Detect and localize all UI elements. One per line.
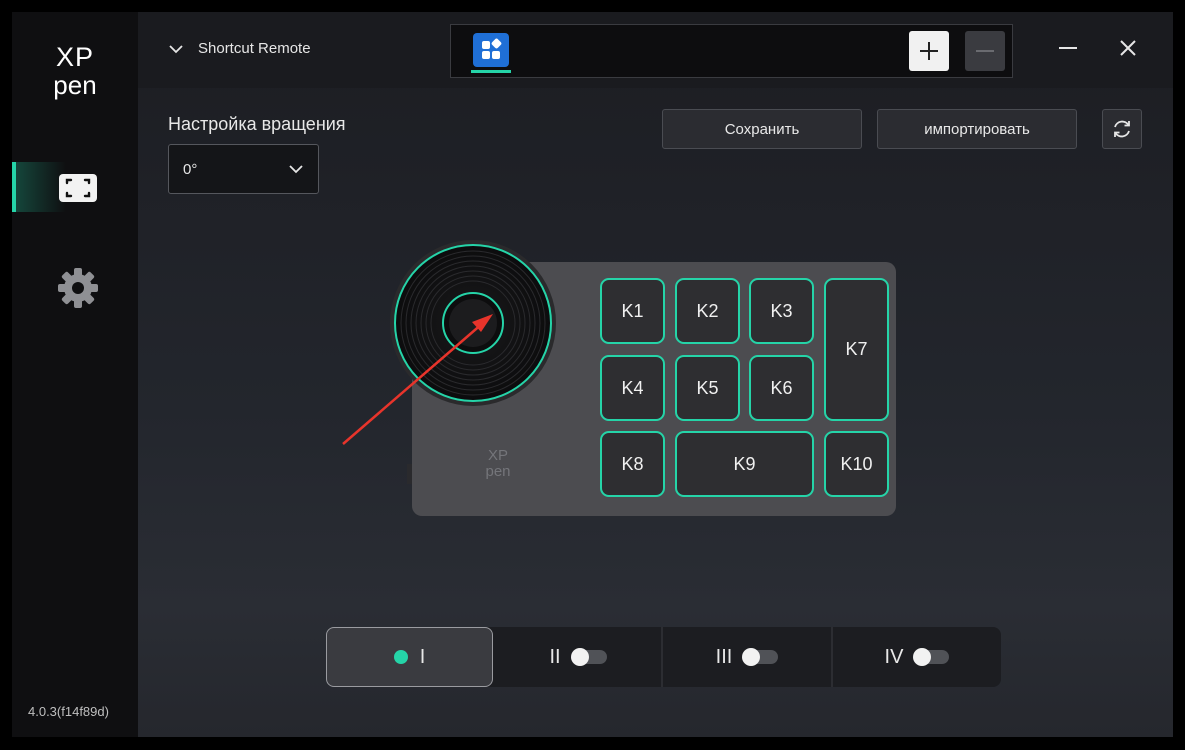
minimize-button[interactable] [1056,36,1080,60]
key-k5[interactable]: K5 [675,355,740,421]
gear-icon[interactable] [57,267,99,309]
app-window: XP pen 4.0.3(f14f89d) Shortcut Remote На… [12,12,1173,737]
device-side-notch [407,464,412,484]
profile-tab-2[interactable]: II [495,627,661,687]
rotation-label: Настройка вращения [168,114,346,134]
key-k2[interactable]: K2 [675,278,740,344]
key-k1[interactable]: K1 [600,278,665,344]
profile-label: II [549,645,561,668]
profile-label: I [419,645,426,668]
key-k4[interactable]: K4 [600,355,665,421]
chevron-down-icon [289,165,303,174]
chevron-down-icon [169,44,183,53]
device-xppen-logo: XP pen [485,447,510,480]
key-k8[interactable]: K8 [600,431,665,497]
profile-tab-3[interactable]: III [663,627,831,687]
key-k7[interactable]: K7 [824,278,889,421]
dial-wheel[interactable] [389,239,557,407]
minus-icon [976,50,994,52]
toggle-knob [742,648,761,666]
key-k10[interactable]: K10 [824,431,889,497]
header: Shortcut Remote [138,12,1173,88]
tab-all-apps[interactable] [471,31,511,73]
main-panel: Shortcut Remote Настройка вращения 0° Со… [138,12,1173,737]
add-app-button[interactable] [909,31,949,71]
profile-label: III [715,645,733,668]
toggle-knob [913,648,932,666]
apps-grid-icon [482,38,502,59]
device-name: Shortcut Remote [198,40,311,57]
rotation-select[interactable]: 0° [168,144,319,194]
profile-toggle[interactable] [742,648,779,666]
close-button[interactable] [1116,36,1140,60]
profile-tab-1[interactable]: I [326,627,493,687]
key-k6[interactable]: K6 [749,355,814,421]
svg-text:pen: pen [485,463,510,480]
import-button[interactable]: импортировать [877,109,1077,149]
rotation-value: 0° [183,160,198,178]
profile-label: IV [884,645,904,668]
screen-frame-icon [59,174,97,202]
svg-text:XP: XP [488,447,508,464]
remove-app-button[interactable] [965,31,1005,71]
xppen-logo: XP pen [53,42,96,100]
refresh-icon [1114,120,1130,138]
svg-text:pen: pen [53,70,96,100]
sidebar-item-shortcut-remote[interactable] [12,162,138,212]
profile-toggle[interactable] [570,648,607,666]
device-dropdown[interactable]: Shortcut Remote [168,40,311,57]
key-k9[interactable]: K9 [675,431,814,497]
refresh-button[interactable] [1102,109,1142,149]
save-button[interactable]: Сохранить [662,109,862,149]
profile-tab-4[interactable]: IV [833,627,1001,687]
toggle-knob [570,648,589,666]
profile-switcher: I II III IV [326,627,1001,687]
active-dot [393,650,408,664]
sidebar: XP pen 4.0.3(f14f89d) [12,12,138,737]
plus-icon [920,42,938,60]
app-tabstrip [450,24,1013,78]
profile-toggle[interactable] [913,648,950,666]
version-label: 4.0.3(f14f89d) [28,704,109,719]
tab-active-underline [471,70,511,73]
key-k3[interactable]: K3 [749,278,814,344]
svg-text:XP: XP [56,42,94,72]
